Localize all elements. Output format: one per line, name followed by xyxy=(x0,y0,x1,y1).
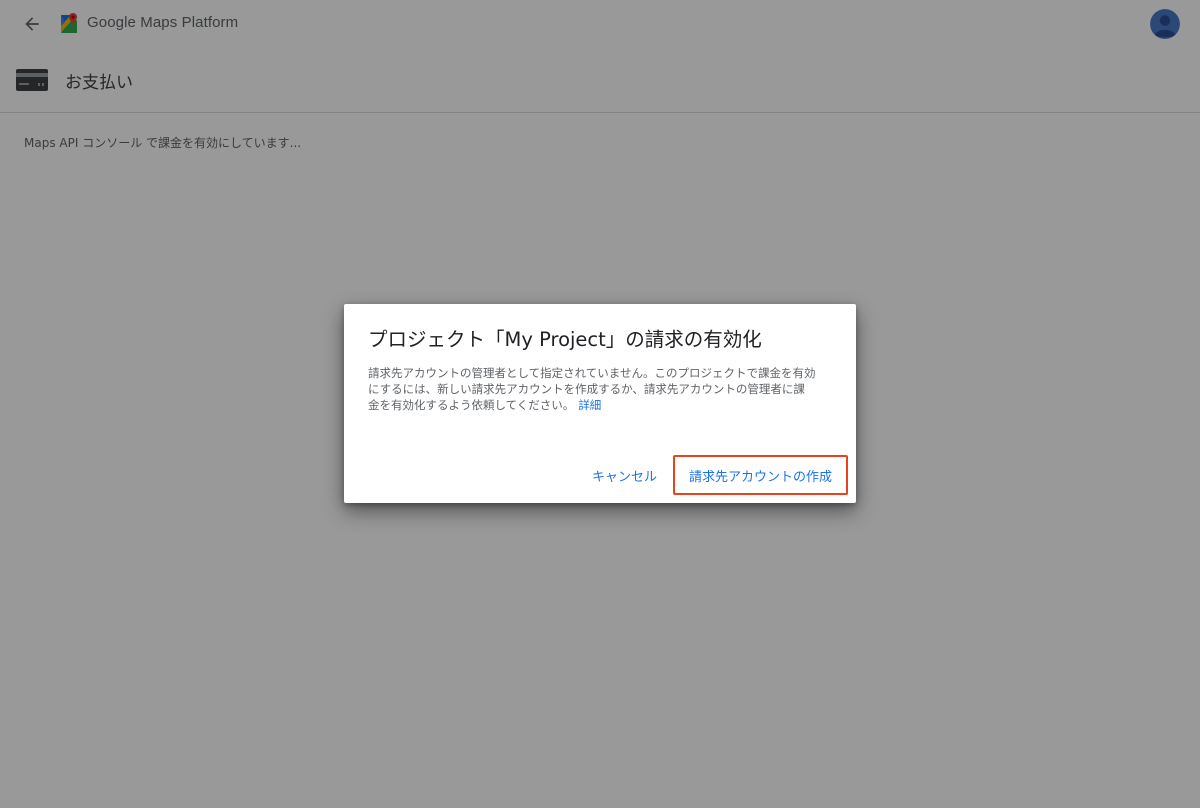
enable-billing-dialog: プロジェクト「My Project」の請求の有効化 請求先アカウントの管理者とし… xyxy=(344,304,856,503)
dialog-title: プロジェクト「My Project」の請求の有効化 xyxy=(368,328,762,351)
page: Google Maps Platform お支払い Maps API コンソール… xyxy=(0,0,1200,808)
dialog-actions: キャンセル 請求先アカウントの作成 xyxy=(584,455,848,495)
create-billing-account-button[interactable]: 請求先アカウントの作成 xyxy=(672,455,848,495)
learn-more-link[interactable]: 詳細 xyxy=(578,398,601,412)
cancel-button[interactable]: キャンセル xyxy=(584,456,665,494)
dialog-body: 請求先アカウントの管理者として指定されていません。このプロジェクトで課金を有効に… xyxy=(368,365,816,413)
